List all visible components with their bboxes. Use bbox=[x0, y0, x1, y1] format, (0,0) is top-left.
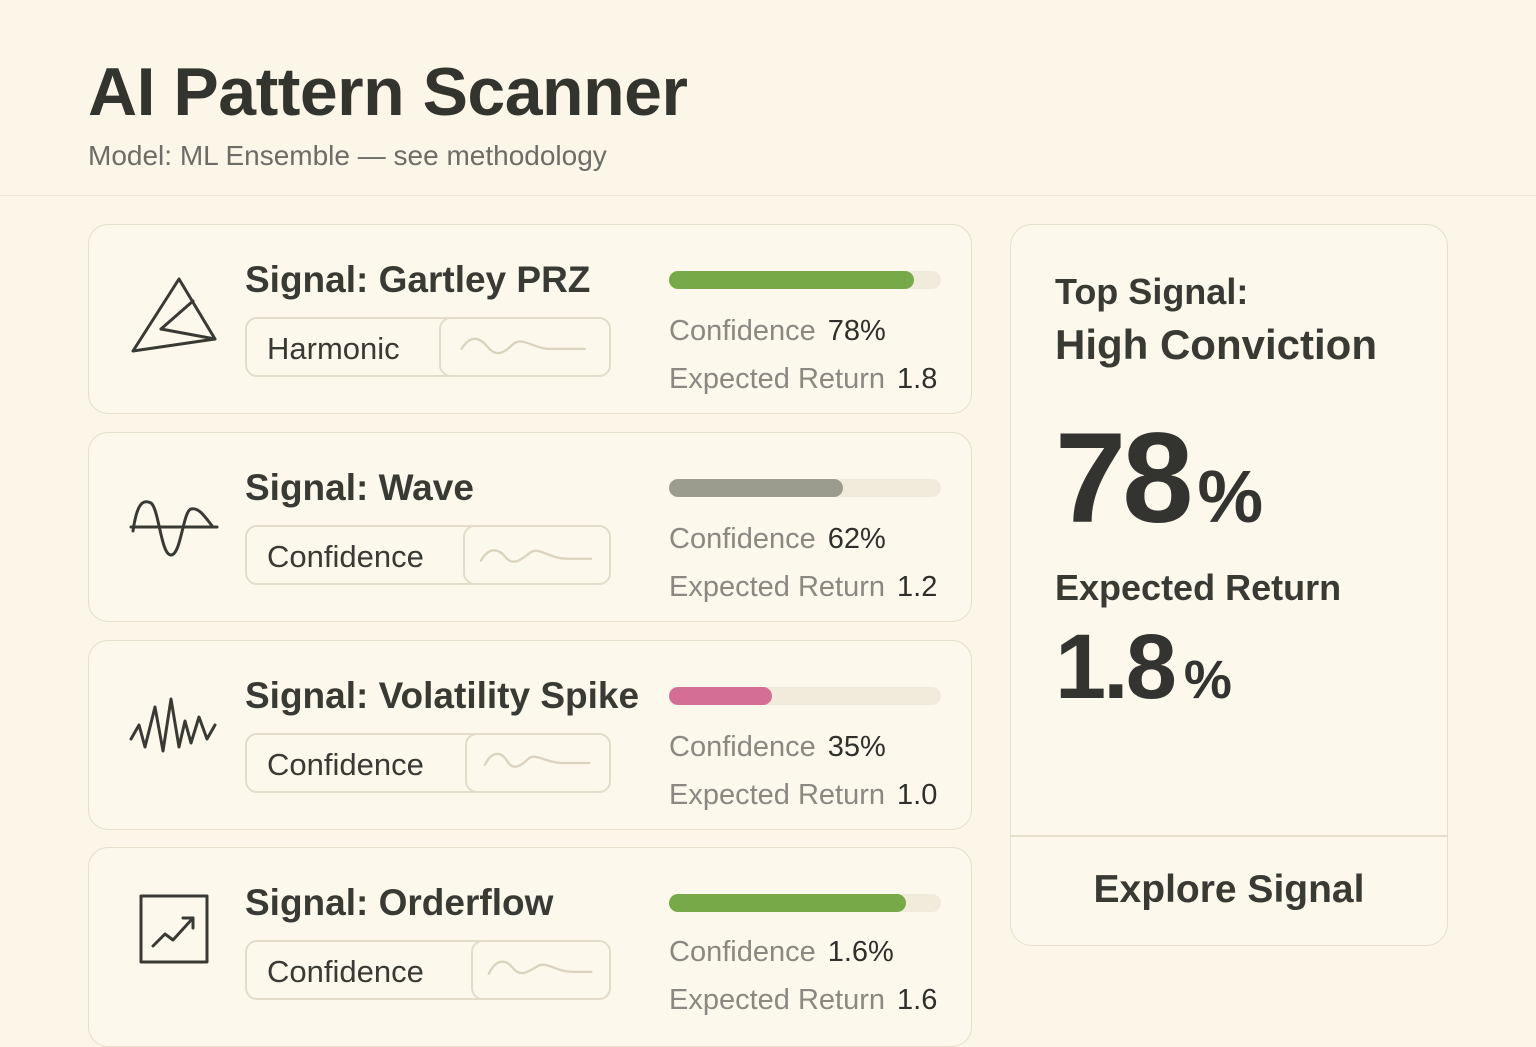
confidence-stat: Confidence 35% bbox=[669, 731, 886, 764]
confidence-value: 1.6% bbox=[827, 936, 894, 968]
confidence-bar bbox=[669, 687, 941, 705]
return-stat: Expected Return 1.0 bbox=[669, 779, 937, 812]
signal-tag-pill[interactable]: Confidence bbox=[245, 940, 611, 1000]
confidence-value: 78% bbox=[827, 315, 886, 347]
top-confidence-number: 78 bbox=[1055, 407, 1193, 550]
top-confidence-unit: % bbox=[1197, 455, 1264, 538]
confidence-stat: Confidence 1.6% bbox=[669, 936, 894, 969]
top-return-unit: % bbox=[1183, 650, 1232, 710]
volatility-zigzag-icon bbox=[127, 681, 221, 775]
return-value: 1.6 bbox=[897, 984, 938, 1016]
return-stat: Expected Return 1.8 bbox=[669, 363, 937, 396]
top-return-number: 1.8 bbox=[1055, 616, 1177, 718]
confidence-label: Confidence bbox=[669, 523, 816, 555]
sparkline-icon bbox=[439, 317, 611, 377]
signal-card[interactable]: Signal: Wave Confidence Confidence 62% Ex… bbox=[88, 432, 972, 622]
signal-title: Signal: Wave bbox=[245, 467, 474, 508]
top-signal-panel: Top Signal: High Conviction 78% Expected… bbox=[1010, 224, 1448, 946]
sparkline-icon bbox=[471, 940, 611, 1000]
signal-tag-pill[interactable]: Confidence bbox=[245, 733, 611, 793]
sparkline-icon bbox=[465, 733, 611, 793]
confidence-bar-fill bbox=[669, 271, 914, 289]
page-title: AI Pattern Scanner bbox=[88, 54, 688, 130]
confidence-stat: Confidence 78% bbox=[669, 315, 886, 348]
signal-card[interactable]: Signal: Volatility Spike Confidence Conf… bbox=[88, 640, 972, 830]
sparkline-icon bbox=[463, 525, 611, 585]
signal-tag-label: Confidence bbox=[267, 747, 424, 782]
return-stat: Expected Return 1.2 bbox=[669, 571, 937, 604]
confidence-bar-fill bbox=[669, 687, 773, 705]
return-label: Expected Return bbox=[669, 984, 886, 1016]
return-label: Expected Return bbox=[669, 363, 886, 395]
signal-title: Signal: Gartley PRZ bbox=[245, 259, 591, 300]
signal-tag-label: Harmonic bbox=[267, 331, 400, 366]
confidence-label: Confidence bbox=[669, 731, 816, 763]
top-return: 1.8% bbox=[1055, 615, 1232, 720]
signal-card[interactable]: Signal: Orderflow Confidence Confidence 1… bbox=[88, 847, 972, 1047]
return-value: 1.8 bbox=[897, 363, 938, 395]
confidence-value: 35% bbox=[827, 731, 886, 763]
return-label: Expected Return bbox=[669, 571, 886, 603]
header-divider bbox=[0, 195, 1536, 196]
signal-tag-label: Confidence bbox=[267, 954, 424, 989]
confidence-label: Confidence bbox=[669, 315, 816, 347]
return-value: 1.0 bbox=[897, 779, 938, 811]
return-stat: Expected Return 1.6 bbox=[669, 984, 937, 1017]
top-return-label: Expected Return bbox=[1055, 567, 1342, 608]
trend-chart-icon bbox=[127, 886, 221, 980]
return-label: Expected Return bbox=[669, 779, 886, 811]
confidence-bar bbox=[669, 271, 941, 289]
signal-title: Signal: Orderflow bbox=[245, 882, 554, 923]
top-signal-value: High Conviction bbox=[1055, 321, 1377, 368]
harmonic-triangle-icon bbox=[127, 265, 221, 359]
top-confidence: 78% bbox=[1055, 405, 1263, 552]
signal-tag-pill[interactable]: Confidence bbox=[245, 525, 611, 585]
signal-tag-label: Confidence bbox=[267, 539, 424, 574]
confidence-bar bbox=[669, 479, 941, 497]
top-signal-label: Top Signal: bbox=[1055, 271, 1249, 312]
return-value: 1.2 bbox=[897, 571, 938, 603]
confidence-bar-fill bbox=[669, 894, 906, 912]
confidence-bar bbox=[669, 894, 941, 912]
signal-card[interactable]: Signal: Gartley PRZ Harmonic Confidence 7… bbox=[88, 224, 972, 414]
confidence-stat: Confidence 62% bbox=[669, 523, 886, 556]
explore-signal-button[interactable]: Explore Signal bbox=[1011, 836, 1447, 944]
sine-wave-icon bbox=[127, 473, 221, 567]
signal-title: Signal: Volatility Spike bbox=[245, 675, 640, 716]
model-subtitle[interactable]: Model: ML Ensemble — see methodology bbox=[88, 140, 607, 172]
confidence-value: 62% bbox=[827, 523, 886, 555]
signal-tag-pill[interactable]: Harmonic bbox=[245, 317, 611, 377]
confidence-label: Confidence bbox=[669, 936, 816, 968]
confidence-bar-fill bbox=[669, 479, 844, 497]
